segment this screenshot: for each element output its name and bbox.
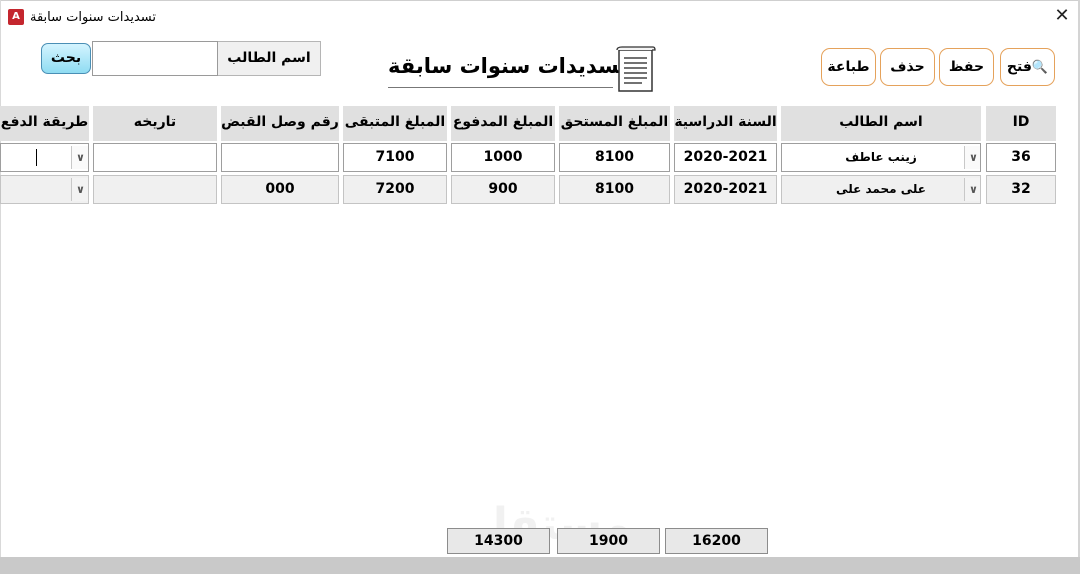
cell-student-text: زينب عاطف	[845, 150, 917, 164]
magnifier-icon: 🔍	[1031, 60, 1049, 75]
search-label: اسم الطالب	[217, 41, 321, 76]
cell-student-combo[interactable]: على محمد على ∨	[781, 175, 981, 204]
cell-date[interactable]	[93, 175, 217, 204]
print-button[interactable]: طباعة	[821, 48, 876, 86]
total-paid: 1900	[557, 528, 660, 554]
chevron-down-icon[interactable]: ∨	[71, 146, 88, 169]
access-icon: A	[8, 9, 24, 25]
text-cursor	[36, 149, 37, 166]
form-title: تسديدات سنوات سابقة	[388, 44, 627, 88]
delete-button[interactable]: حذف	[880, 48, 935, 86]
cell-method-combo[interactable]: ∨	[0, 175, 89, 204]
header-id: ID	[986, 106, 1056, 141]
open-button-label: فتح	[1006, 59, 1032, 75]
open-button[interactable]: فتح🔍	[1000, 48, 1055, 86]
cell-student-text: على محمد على	[836, 182, 926, 196]
header-paid: المبلغ المدفوع	[451, 106, 555, 141]
header-date: تاريخه	[93, 106, 217, 141]
window-frame-left	[0, 0, 1, 574]
cell-paid[interactable]: 900	[451, 175, 555, 204]
close-icon[interactable]: ✕	[1050, 4, 1074, 28]
cell-remaining[interactable]: 7200	[343, 175, 447, 204]
cell-id[interactable]: 32	[986, 175, 1056, 204]
status-bar	[0, 557, 1080, 574]
cell-year[interactable]: 2020-2021	[674, 175, 777, 204]
document-icon	[614, 46, 656, 94]
chevron-down-icon[interactable]: ∨	[964, 146, 980, 169]
total-due: 16200	[665, 528, 768, 554]
header-remaining: المبلغ المتبقى	[343, 106, 447, 141]
save-button[interactable]: حفظ	[939, 48, 994, 86]
cell-receipt[interactable]	[221, 143, 339, 172]
cell-id[interactable]: 36	[986, 143, 1056, 172]
cell-year[interactable]: 2020-2021	[674, 143, 777, 172]
cell-paid[interactable]: 1000	[451, 143, 555, 172]
cell-due[interactable]: 8100	[559, 143, 670, 172]
header-year: السنة الدراسية	[674, 106, 777, 141]
header-receipt: رقم وصل القبض	[221, 106, 339, 141]
cell-date[interactable]	[93, 143, 217, 172]
window-frame-top	[0, 0, 1080, 1]
header-student: اسم الطالب	[781, 106, 981, 141]
header-due: المبلغ المستحق	[559, 106, 670, 141]
cell-due[interactable]: 8100	[559, 175, 670, 204]
total-remaining: 14300	[447, 528, 550, 554]
chevron-down-icon[interactable]: ∨	[71, 178, 88, 201]
window-title: تسديدات سنوات سابقة	[30, 10, 156, 25]
cell-method-combo[interactable]: ∨	[0, 143, 89, 172]
search-input[interactable]	[92, 41, 218, 76]
header-method: طريقة الدفع	[0, 106, 89, 141]
cell-student-combo[interactable]: زينب عاطف ∨	[781, 143, 981, 172]
chevron-down-icon[interactable]: ∨	[964, 178, 980, 201]
search-button[interactable]: بحث	[41, 43, 91, 74]
cell-receipt[interactable]: 000	[221, 175, 339, 204]
cell-remaining[interactable]: 7100	[343, 143, 447, 172]
